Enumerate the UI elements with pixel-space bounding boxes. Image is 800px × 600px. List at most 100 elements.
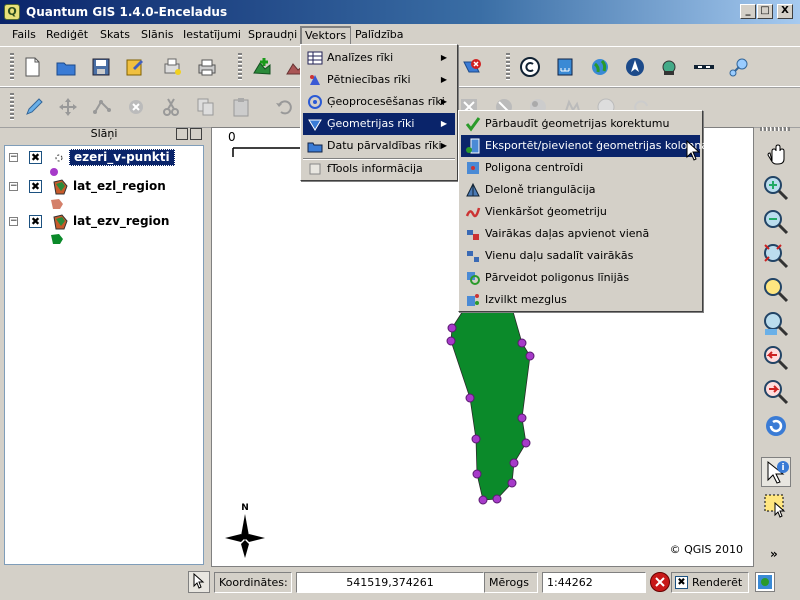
save-as-icon[interactable]	[121, 53, 149, 81]
remove-layer-icon[interactable]	[458, 53, 486, 81]
menu-item-check-geometry[interactable]: Pārbaudīt ģeometrijas korektumu	[461, 113, 700, 135]
undo-icon[interactable]	[270, 93, 298, 121]
menu-item-single-to-multipart[interactable]: Vienu daļu sadalīt vairākās	[461, 245, 700, 267]
network-plugin-icon[interactable]	[725, 53, 753, 81]
zoom-out-icon[interactable]	[761, 207, 791, 237]
menu-item-polygon-centroids[interactable]: Poligona centroīdi	[461, 157, 700, 179]
north-arrow: N	[225, 503, 265, 558]
open-project-icon[interactable]	[52, 53, 80, 81]
close-panel-button[interactable]	[190, 128, 202, 140]
menu-item-analysis-tools[interactable]: Analīzes rīki ▶	[303, 47, 455, 69]
move-feature-icon[interactable]	[54, 93, 82, 121]
toolbar-grip[interactable]	[10, 53, 14, 81]
extract-nodes-icon	[467, 294, 479, 306]
menu-item-geometry-tools[interactable]: Ģeometrijas rīki ▶	[303, 113, 455, 135]
menu-view[interactable]: Skats	[96, 28, 134, 44]
collapse-toggle[interactable]: −	[9, 217, 18, 226]
menu-item-multipart-to-single[interactable]: Vairākas daļas apvienot vienā	[461, 223, 700, 245]
render-checkbox[interactable]: ✖ Renderēt	[671, 572, 749, 593]
layer-item-ezeri-v-punkti[interactable]: − ✖ ezeri_v-punkti	[5, 148, 203, 168]
minimize-button[interactable]: _	[740, 4, 756, 19]
north-arrow-icon[interactable]	[621, 53, 649, 81]
delete-selected-icon[interactable]	[122, 93, 150, 121]
print-icon[interactable]	[193, 53, 221, 81]
layer-name: lat_ezv_region	[73, 214, 170, 228]
table-icon	[307, 51, 323, 65]
scale-bar-icon[interactable]	[551, 53, 579, 81]
zoom-in-icon[interactable]	[761, 173, 791, 203]
menu-edit[interactable]: Rediģēt	[42, 28, 92, 44]
copyright-label: © QGIS 2010	[669, 543, 743, 556]
projection-icon[interactable]	[755, 572, 775, 592]
select-features-icon[interactable]	[761, 491, 791, 521]
menu-item-simplify-geometry[interactable]: Vienkāršot ģeometriju	[461, 201, 700, 223]
toolbar-grip[interactable]	[238, 53, 242, 81]
more-tools-chevron-icon[interactable]: »	[770, 547, 778, 561]
polygon-layer-icon	[53, 214, 68, 230]
paste-features-icon[interactable]	[227, 93, 255, 121]
gps-icon[interactable]	[655, 53, 683, 81]
menu-item-geoprocessing-tools[interactable]: Ģeoprocesēšanas rīki ▶	[303, 91, 455, 113]
add-vector-layer-icon[interactable]	[248, 53, 276, 81]
toggle-extents-icon[interactable]	[188, 571, 210, 593]
menu-item-extract-nodes[interactable]: Izvilkt mezglus	[461, 289, 700, 311]
map-navigation-toolbar: i »	[758, 127, 794, 567]
status-bar: Koordinātes: 541519,374261 Mērogs 1:4426…	[0, 569, 800, 600]
layer-item-lat-ezl-region[interactable]: − ✖ lat_ezl_region	[5, 177, 203, 197]
zoom-to-layer-icon[interactable]	[761, 309, 791, 339]
title-bar: Q Quantum GIS 1.4.0-Enceladus _ □ X	[0, 0, 800, 24]
print-composer-icon[interactable]	[158, 53, 186, 81]
toggle-editing-icon[interactable]	[20, 93, 48, 121]
copy-features-icon[interactable]	[192, 93, 220, 121]
menu-item-polygons-to-lines[interactable]: Pārveidot poligonus līnijās	[461, 267, 700, 289]
menu-settings[interactable]: Iestatījumi	[179, 28, 245, 44]
layers-panel-header: Slāņi	[4, 127, 204, 143]
layer-visibility-checkbox[interactable]: ✖	[29, 151, 42, 164]
render-check[interactable]: ✖	[675, 576, 688, 589]
north-label: N	[241, 503, 249, 513]
float-panel-button[interactable]	[176, 128, 188, 140]
menu-fails[interactable]: Fails	[8, 28, 40, 44]
collapse-toggle[interactable]: −	[9, 182, 18, 191]
menu-item-export-geometry-columns[interactable]: Eksportēt/pievienot ģeometrijas kolonnas	[461, 135, 714, 157]
check-geometry-icon	[465, 117, 481, 132]
polygon-layer-icon	[53, 179, 68, 195]
menu-item-ftools-info[interactable]: fTools informācija	[303, 158, 455, 180]
globe-icon[interactable]	[586, 53, 614, 81]
refresh-icon[interactable]	[761, 411, 791, 441]
menu-item-delaunay-triangulation[interactable]: Deloně triangulācija	[461, 179, 700, 201]
layer-item-lat-ezv-region[interactable]: − ✖ lat_ezv_region	[5, 212, 203, 232]
toolbar-grip[interactable]	[760, 127, 790, 131]
mouse-cursor-icon	[686, 140, 700, 161]
cut-features-icon[interactable]	[157, 93, 185, 121]
menu-item-research-tools[interactable]: Pētniecības rīki ▶	[303, 69, 455, 91]
new-project-icon[interactable]	[18, 53, 46, 81]
lake-polygon[interactable]	[450, 302, 531, 501]
node-tool-icon[interactable]	[88, 93, 116, 121]
collapse-toggle[interactable]: −	[9, 153, 18, 162]
window-title: Quantum GIS 1.4.0-Enceladus	[26, 5, 228, 19]
menu-layer[interactable]: Slānis	[137, 28, 178, 44]
copyright-label-icon[interactable]	[516, 53, 544, 81]
save-project-icon[interactable]	[87, 53, 115, 81]
geoprocessing-icon	[308, 95, 322, 109]
zoom-last-icon[interactable]	[761, 343, 791, 373]
layer-visibility-checkbox[interactable]: ✖	[29, 180, 42, 193]
scale-line-icon[interactable]	[690, 53, 718, 81]
zoom-to-selection-icon[interactable]	[761, 275, 791, 305]
close-window-button[interactable]: X	[777, 4, 793, 19]
maximize-button[interactable]: □	[757, 4, 773, 19]
toolbar-grip[interactable]	[10, 93, 14, 121]
menu-help[interactable]: Palīdzība	[351, 28, 408, 44]
menu-item-data-management-tools[interactable]: Datu pārvaldības rīki ▶	[303, 135, 455, 157]
toolbar-grip[interactable]	[506, 53, 510, 81]
pan-map-icon[interactable]	[761, 139, 791, 169]
zoom-next-icon[interactable]	[761, 377, 791, 407]
identify-features-icon[interactable]: i	[761, 457, 791, 487]
menu-plugins[interactable]: Spraudņi	[244, 28, 301, 44]
layer-visibility-checkbox[interactable]: ✖	[29, 215, 42, 228]
stop-render-icon[interactable]	[650, 572, 670, 592]
scale-input[interactable]: 1:44262	[542, 572, 646, 593]
menu-vector[interactable]: Vektors	[300, 26, 352, 45]
zoom-full-icon[interactable]	[761, 241, 791, 271]
